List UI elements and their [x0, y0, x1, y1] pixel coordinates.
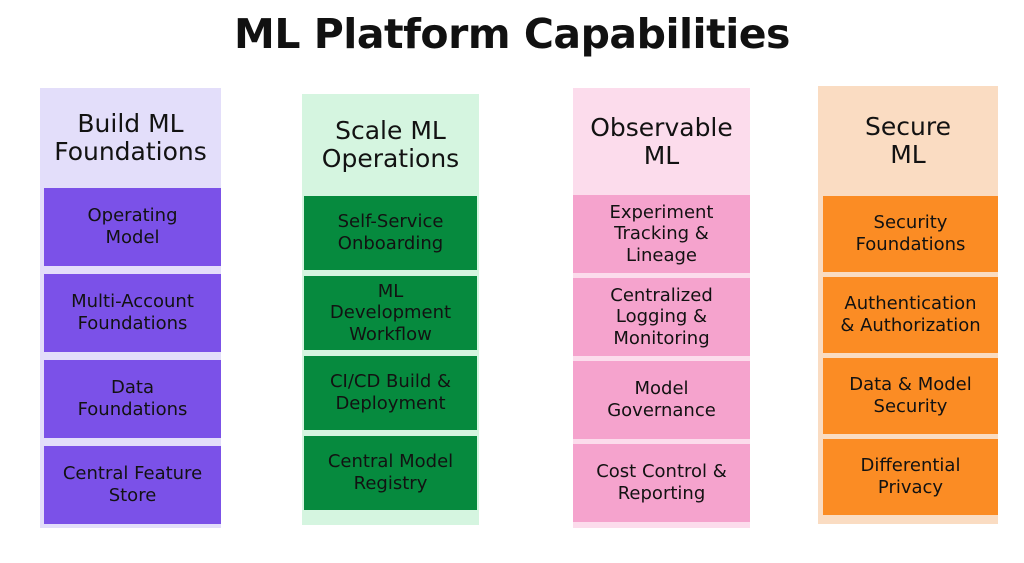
- capability-column-secure-ml: Secure ML Security Foundations Authenticatio…: [818, 86, 998, 524]
- column-header-label: Secure ML: [865, 112, 951, 169]
- capability-item[interactable]: Data Foundations: [44, 360, 221, 438]
- capability-list: Experiment Tracking & Lineage Centralized Lo…: [573, 195, 750, 525]
- column-header-label: Build ML Foundations: [54, 109, 207, 166]
- capability-item[interactable]: Model Governance: [573, 361, 750, 439]
- capability-item-label: Multi-Account Foundations: [71, 291, 194, 334]
- capability-item[interactable]: Authentication & Authorization: [823, 277, 998, 353]
- capability-item-label: Experiment Tracking & Lineage: [609, 201, 714, 266]
- column-header-observable-ml: Observable ML: [573, 88, 750, 195]
- capability-item[interactable]: Multi-Account Foundations: [44, 274, 221, 352]
- capability-item[interactable]: Security Foundations: [823, 196, 998, 272]
- capability-item-label: Authentication & Authorization: [840, 293, 981, 336]
- column-header-scale-ml-operations: Scale ML Operations: [302, 94, 479, 196]
- capability-item[interactable]: Central Feature Store: [44, 446, 221, 524]
- capability-item-label: Central Feature Store: [62, 463, 203, 506]
- capability-item[interactable]: Data & Model Security: [823, 358, 998, 434]
- capability-column-build-ml-foundations: Build ML Foundations Operating Model Multi-A…: [40, 88, 221, 528]
- capability-item-label: ML Development Workflow: [329, 280, 452, 345]
- capability-item[interactable]: Experiment Tracking & Lineage: [573, 195, 750, 273]
- column-header-label: Scale ML Operations: [321, 116, 460, 173]
- capability-item-label: Self-Service Onboarding: [337, 211, 444, 254]
- capability-item-label: Data Foundations: [77, 377, 188, 420]
- capability-item-label: Data & Model Security: [849, 374, 972, 417]
- capability-item[interactable]: ML Development Workflow: [304, 276, 477, 350]
- capability-item[interactable]: Cost Control & Reporting: [573, 444, 750, 522]
- capability-item-label: Model Governance: [607, 378, 716, 421]
- capability-list: Security Foundations Authentication & Autho…: [818, 196, 998, 518]
- capability-column-observable-ml: Observable ML Experiment Tracking & Lineage C…: [573, 88, 750, 528]
- capability-item-label: Operating Model: [87, 205, 178, 248]
- capability-column-scale-ml-operations: Scale ML Operations Self-Service Onboarding…: [302, 94, 479, 525]
- capability-item-label: Differential Privacy: [860, 455, 961, 498]
- capability-item[interactable]: Central Model Registry: [304, 436, 477, 510]
- capability-item[interactable]: Self-Service Onboarding: [304, 196, 477, 270]
- column-header-secure-ml: Secure ML: [818, 86, 998, 196]
- capability-item[interactable]: Operating Model: [44, 188, 221, 266]
- column-header-build-ml-foundations: Build ML Foundations: [40, 88, 221, 188]
- capability-list: Self-Service Onboarding ML Development Workf…: [302, 196, 479, 513]
- column-header-label: Observable ML: [590, 112, 733, 170]
- capability-item-label: Cost Control & Reporting: [596, 461, 727, 504]
- capability-item[interactable]: Centralized Logging & Monitoring: [573, 278, 750, 356]
- capability-item-label: CI/CD Build & Deployment: [329, 371, 452, 414]
- capability-item-label: Central Model Registry: [327, 451, 454, 494]
- capability-item[interactable]: CI/CD Build & Deployment: [304, 356, 477, 430]
- capability-item-label: Centralized Logging & Monitoring: [610, 284, 713, 349]
- capability-list: Operating Model Multi-Account Foundations Da…: [40, 188, 221, 527]
- capability-item-label: Security Foundations: [855, 212, 966, 255]
- capability-item[interactable]: Differential Privacy: [823, 439, 998, 515]
- capability-columns: Build ML Foundations Operating Model Multi-A…: [0, 0, 1024, 563]
